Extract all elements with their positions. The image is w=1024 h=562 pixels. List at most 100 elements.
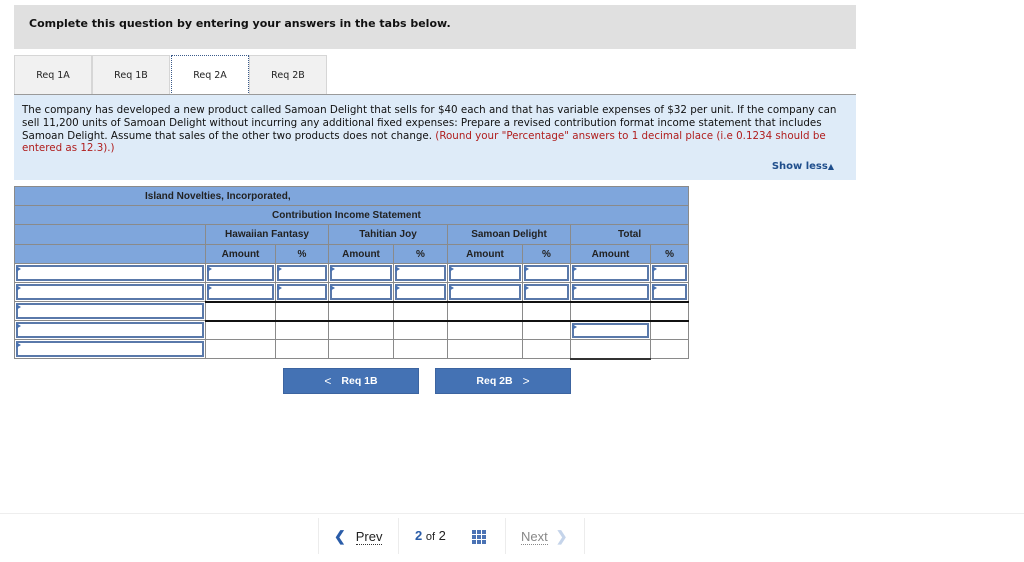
amount-header: Amount bbox=[205, 244, 276, 264]
empty-cell bbox=[649, 300, 690, 321]
row-label-input[interactable] bbox=[16, 284, 204, 300]
amount-input[interactable] bbox=[449, 265, 521, 281]
empty-cell bbox=[522, 319, 571, 340]
empty-cell bbox=[393, 300, 448, 321]
prev-page-label: Prev bbox=[355, 529, 383, 545]
empty-cell bbox=[328, 300, 394, 321]
empty-cell bbox=[447, 300, 523, 321]
empty-cell bbox=[328, 339, 394, 359]
amount-input[interactable] bbox=[330, 265, 392, 281]
tab-req-2a[interactable]: Req 2A bbox=[171, 55, 249, 95]
total-amount-input[interactable] bbox=[572, 322, 649, 338]
empty-cell bbox=[649, 319, 690, 340]
question-pager: ❮ Prev 2 of 2 Next ❯ bbox=[0, 518, 1024, 554]
chevron-right-icon: ❯ bbox=[555, 528, 568, 544]
empty-cell bbox=[275, 319, 329, 340]
tab-req-1b[interactable]: Req 1B bbox=[92, 55, 170, 95]
pager-divider bbox=[398, 518, 399, 554]
next-req-button[interactable]: Req 2B > bbox=[435, 368, 571, 394]
product-header-samoan-delight: Samoan Delight bbox=[447, 224, 571, 245]
percent-input[interactable] bbox=[652, 265, 688, 281]
grid-view-icon[interactable] bbox=[472, 530, 486, 544]
amount-input[interactable] bbox=[572, 284, 649, 300]
percent-input[interactable] bbox=[652, 284, 688, 300]
empty-cell bbox=[275, 339, 329, 359]
prev-req-label: Req 1B bbox=[341, 375, 378, 387]
show-less-label: Show less bbox=[771, 161, 828, 173]
current-page: 2 bbox=[415, 528, 423, 543]
amount-header: Amount bbox=[328, 244, 394, 264]
amount-input[interactable] bbox=[207, 284, 274, 300]
pager-divider bbox=[318, 518, 319, 554]
amount-input[interactable] bbox=[572, 265, 649, 281]
percent-header: % bbox=[649, 244, 690, 264]
prev-page-button[interactable]: ❮ Prev bbox=[334, 528, 383, 545]
percent-input[interactable] bbox=[395, 265, 446, 281]
amount-input[interactable] bbox=[449, 284, 521, 300]
percent-input[interactable] bbox=[277, 265, 327, 281]
next-req-label: Req 2B bbox=[476, 375, 513, 387]
next-page-button[interactable]: Next ❯ bbox=[521, 528, 567, 545]
empty-cell bbox=[328, 319, 394, 340]
empty-cell bbox=[570, 339, 651, 360]
show-less-link[interactable]: Show less▲ bbox=[772, 161, 834, 174]
empty-cell bbox=[522, 300, 571, 321]
table-row bbox=[14, 319, 690, 340]
percent-header: % bbox=[393, 244, 448, 264]
percent-input[interactable] bbox=[395, 284, 446, 300]
contribution-income-statement: Island Novelties, Incorporated, Contribu… bbox=[13, 186, 690, 360]
footer-divider bbox=[0, 513, 1024, 514]
pager-divider bbox=[505, 518, 506, 554]
empty-cell bbox=[205, 319, 276, 340]
amount-header: Amount bbox=[447, 244, 523, 264]
percent-header: % bbox=[522, 244, 571, 264]
product-header-total: Total bbox=[569, 224, 690, 245]
empty-cell bbox=[447, 339, 523, 359]
row-label-input[interactable] bbox=[16, 303, 204, 319]
empty-cell bbox=[447, 319, 523, 340]
product-header-tahitian-joy: Tahitian Joy bbox=[328, 224, 448, 245]
amount-input[interactable] bbox=[330, 284, 392, 300]
triangle-up-icon: ▲ bbox=[827, 162, 834, 172]
empty-cell bbox=[522, 339, 571, 359]
percent-input[interactable] bbox=[277, 284, 327, 300]
table-row bbox=[14, 282, 690, 302]
pager-divider bbox=[584, 518, 585, 554]
row-label-input[interactable] bbox=[16, 341, 204, 357]
total-pages: 2 bbox=[438, 528, 446, 543]
next-page-label: Next bbox=[521, 529, 548, 545]
empty-cell bbox=[393, 319, 448, 340]
percent-input[interactable] bbox=[524, 284, 569, 300]
empty-cell bbox=[649, 339, 690, 359]
statement-title: Contribution Income Statement bbox=[13, 205, 690, 225]
prev-req-button[interactable]: < Req 1B bbox=[283, 368, 419, 394]
empty-cell bbox=[205, 300, 276, 321]
product-header-hawaiian-fantasy: Hawaiian Fantasy bbox=[205, 224, 329, 245]
empty-cell bbox=[570, 300, 651, 321]
chevron-right-icon: > bbox=[522, 374, 530, 388]
header-title: Complete this question by entering your … bbox=[29, 17, 451, 30]
question-instructions: The company has developed a new product … bbox=[14, 94, 856, 180]
empty-cell bbox=[205, 339, 276, 359]
amount-input[interactable] bbox=[207, 265, 274, 281]
row-label-input[interactable] bbox=[16, 322, 204, 338]
tab-req-2b[interactable]: Req 2B bbox=[249, 55, 327, 95]
percent-header: % bbox=[275, 244, 329, 264]
chevron-left-icon: < bbox=[324, 374, 332, 388]
statement-company-name: Island Novelties, Incorporated, bbox=[13, 186, 690, 206]
empty-cell bbox=[393, 339, 448, 359]
instructions-header: Complete this question by entering your … bbox=[14, 5, 856, 49]
percent-input[interactable] bbox=[524, 265, 569, 281]
table-row bbox=[14, 339, 690, 360]
chevron-left-icon: ❮ bbox=[334, 528, 346, 544]
page-of-label: of bbox=[425, 531, 436, 543]
header-blank bbox=[14, 244, 206, 264]
page-indicator: 2 of 2 bbox=[415, 528, 446, 543]
requirement-tabs: Req 1A Req 1B Req 2A Req 2B bbox=[14, 55, 856, 95]
tab-req-1a[interactable]: Req 1A bbox=[14, 55, 92, 95]
table-row bbox=[14, 300, 690, 321]
row-label-input[interactable] bbox=[16, 265, 204, 281]
header-blank bbox=[14, 224, 206, 245]
empty-cell bbox=[275, 300, 329, 321]
table-row bbox=[14, 263, 690, 283]
